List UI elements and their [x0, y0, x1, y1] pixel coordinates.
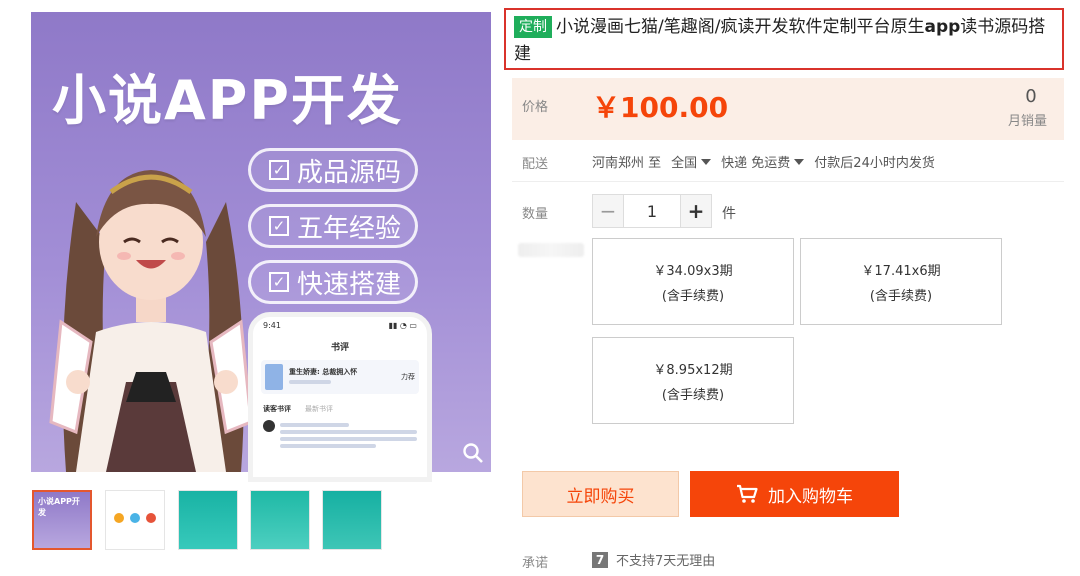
custom-tag: 定制 [514, 16, 552, 38]
feature-label: 五年经验 [297, 213, 402, 244]
add-to-cart-button[interactable]: 加入购物车 [690, 471, 899, 517]
phone-comment [263, 420, 417, 451]
seven-day-icon: 7 [592, 551, 608, 568]
signal-battery-icon: ▮▮ ◔ ▭ [388, 321, 417, 330]
checkbox-icon: ✓ [269, 272, 289, 292]
text-placeholder [289, 380, 332, 384]
text-placeholder [280, 444, 376, 448]
promise-text: 不支持7天无理由 [616, 554, 716, 569]
price-label: 价格 [522, 100, 549, 115]
checkbox-icon: ✓ [269, 216, 289, 236]
quantity-plus-button[interactable]: + [680, 194, 712, 228]
phone-tab-1: 读客书评 [263, 405, 291, 413]
promise-info: 7 不支持7天无理由 [592, 550, 715, 569]
installment-option-3[interactable]: ￥34.09x3期 (含手续费) [592, 238, 794, 325]
zoom-magnifier-icon[interactable] [462, 442, 484, 464]
phone-tab-2: 最新书评 [305, 405, 333, 413]
installment-amount: ￥8.95x12期 [653, 362, 733, 378]
checkbox-icon: ✓ [269, 160, 289, 180]
shopping-cart-icon [737, 484, 758, 503]
installment-fee-note: (含手续费) [661, 387, 725, 403]
text-placeholder [280, 430, 417, 434]
ship-from: 河南郑州 至 [592, 156, 662, 171]
blurred-label [518, 243, 584, 257]
text-placeholder [280, 437, 417, 441]
price-value: ￥100.00 [592, 91, 729, 124]
product-title-part1: 小说漫画七猫/笔趣阁/疯读开发软件定制平台原生 [556, 17, 925, 37]
phone-tabs: 读客书评 最新书评 [253, 398, 427, 416]
buy-now-button[interactable]: 立即购买 [522, 471, 679, 517]
product-title-bold: app [924, 17, 961, 37]
quantity-unit: 件 [722, 206, 736, 222]
text-placeholder [280, 423, 349, 427]
quantity-stepper: − 1 + [592, 194, 712, 228]
avatar [263, 420, 275, 432]
feature-badge-3: ✓ 快速搭建 [248, 260, 418, 304]
ship-to-select[interactable]: 全国 [671, 152, 712, 171]
feature-label: 成品源码 [297, 157, 402, 188]
quantity-label: 数量 [522, 207, 549, 222]
divider [512, 181, 1064, 182]
installment-amount: ￥34.09x3期 [653, 263, 733, 279]
monthly-sales-label: 月销量 [1008, 114, 1048, 129]
feature-label: 快速搭建 [297, 269, 402, 300]
chevron-down-icon [701, 159, 712, 165]
phone-mockup: 9:41 ▮▮ ◔ ▭ 书评 重生娇妻: 总裁拥入怀 力荐 读客书评 最新书评 [248, 312, 432, 482]
thumbnail-2[interactable] [105, 490, 165, 550]
quantity-minus-button[interactable]: − [592, 194, 624, 228]
chevron-down-icon [794, 159, 805, 165]
ship-method-select[interactable]: 快递 免运费 [721, 152, 805, 171]
thumbnail-4[interactable] [250, 490, 310, 550]
ship-time: 付款后24小时内发货 [814, 156, 935, 171]
thumbnail-1[interactable]: 小说APP开发 [32, 490, 92, 550]
thumbnail-3[interactable] [178, 490, 238, 550]
phone-book-card: 重生娇妻: 总裁拥入怀 力荐 [261, 360, 419, 394]
installment-option-6[interactable]: ￥17.41x6期 (含手续费) [800, 238, 1002, 325]
phone-status-bar: 9:41 ▮▮ ◔ ▭ [253, 317, 427, 337]
thumbnail-5[interactable] [322, 490, 382, 550]
book-cover-icon [265, 364, 283, 390]
phone-book-meta: 力荐 [401, 373, 415, 381]
monthly-sales-count: 0 [1025, 86, 1037, 107]
phone-header: 书评 [330, 343, 349, 353]
add-to-cart-label: 加入购物车 [768, 486, 853, 507]
thumbnail-icons [114, 513, 156, 523]
product-title-box: 定制 小说漫画七猫/笔趣阁/疯读开发软件定制平台原生app读书源码搭建 [504, 8, 1064, 70]
shipping-label: 配送 [522, 157, 549, 172]
promise-label: 承诺 [522, 556, 549, 571]
feature-badge-1: ✓ 成品源码 [248, 148, 418, 192]
anime-character-illustration [49, 170, 253, 472]
thumbnail-caption: 小说APP开发 [38, 497, 80, 517]
feature-badge-2: ✓ 五年经验 [248, 204, 418, 248]
phone-book-title: 重生娇妻: 总裁拥入怀 [289, 368, 358, 376]
phone-time: 9:41 [263, 321, 281, 330]
hero-title: 小说APP开发 [52, 69, 403, 132]
installment-option-12[interactable]: ￥8.95x12期 (含手续费) [592, 337, 794, 424]
installment-fee-note: (含手续费) [661, 288, 725, 304]
installment-amount: ￥17.41x6期 [861, 263, 941, 279]
installment-fee-note: (含手续费) [869, 288, 933, 304]
shipping-info: 河南郑州 至 全国 快递 免运费 付款后24小时内发货 [592, 152, 935, 171]
quantity-input[interactable]: 1 [624, 194, 680, 228]
